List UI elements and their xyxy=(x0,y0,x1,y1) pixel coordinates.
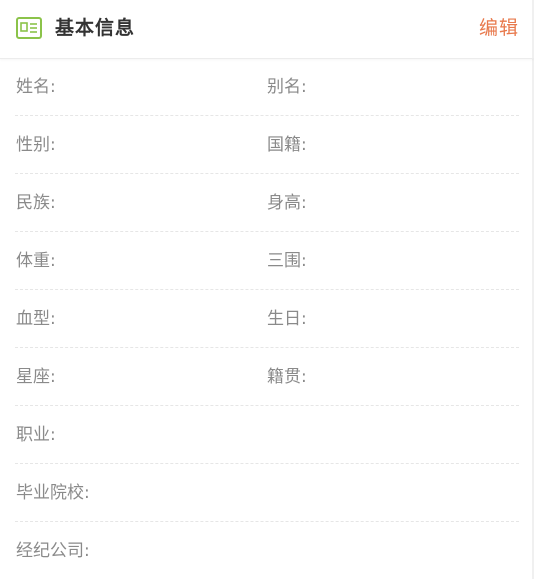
card-header: 基本信息 编辑 xyxy=(0,0,534,59)
info-field: 三围: xyxy=(267,232,311,290)
id-card-icon xyxy=(16,17,42,39)
info-field: 生日: xyxy=(267,290,311,348)
info-row: 体重: 三围: xyxy=(0,232,534,290)
info-row: 经纪公司: xyxy=(0,522,534,579)
info-field: 籍贯: xyxy=(267,348,311,406)
info-field: 身高: xyxy=(267,174,311,232)
field-label: 经纪公司: xyxy=(16,541,90,561)
info-field: 姓名: xyxy=(16,58,60,116)
field-label: 生日: xyxy=(267,309,307,329)
field-label: 三围: xyxy=(267,251,307,271)
field-label: 姓名: xyxy=(16,77,56,97)
field-label: 职业: xyxy=(16,425,56,445)
field-label: 国籍: xyxy=(267,135,307,155)
field-label: 血型: xyxy=(16,309,56,329)
info-field: 毕业院校: xyxy=(16,464,94,522)
info-field: 性别: xyxy=(16,116,60,174)
field-label: 籍贯: xyxy=(267,367,307,387)
field-label: 性别: xyxy=(16,135,56,155)
info-field: 国籍: xyxy=(267,116,311,174)
info-field: 民族: xyxy=(16,174,60,232)
info-row: 毕业院校: xyxy=(0,464,534,522)
info-field: 体重: xyxy=(16,232,60,290)
info-row: 民族: 身高: xyxy=(0,174,534,232)
info-row: 性别: 国籍: xyxy=(0,116,534,174)
info-row: 星座: 籍贯: xyxy=(0,348,534,406)
info-field: 经纪公司: xyxy=(16,522,94,579)
info-field: 星座: xyxy=(16,348,60,406)
info-row: 职业: xyxy=(0,406,534,464)
basic-info-card: 基本信息 编辑 姓名: 别名: 性别: 国籍: 民族: 身高: 体重: 三围: 血型: 生日: 星座… xyxy=(0,0,534,579)
field-label: 体重: xyxy=(16,251,56,271)
field-label: 别名: xyxy=(267,77,307,97)
info-field: 别名: xyxy=(267,58,311,116)
info-row: 血型: 生日: xyxy=(0,290,534,348)
info-field: 职业: xyxy=(16,406,60,464)
edit-button[interactable]: 编辑 xyxy=(479,14,519,42)
field-label: 星座: xyxy=(16,367,56,387)
section-title: 基本信息 xyxy=(55,17,136,39)
info-field: 血型: xyxy=(16,290,60,348)
field-label: 身高: xyxy=(267,193,307,213)
info-row: 姓名: 别名: xyxy=(0,58,534,116)
info-rows: 姓名: 别名: 性别: 国籍: 民族: 身高: 体重: 三围: 血型: 生日: 星座: 籍贯: 职业: 毕… xyxy=(0,58,534,579)
field-label: 民族: xyxy=(16,193,56,213)
field-label: 毕业院校: xyxy=(16,483,90,503)
